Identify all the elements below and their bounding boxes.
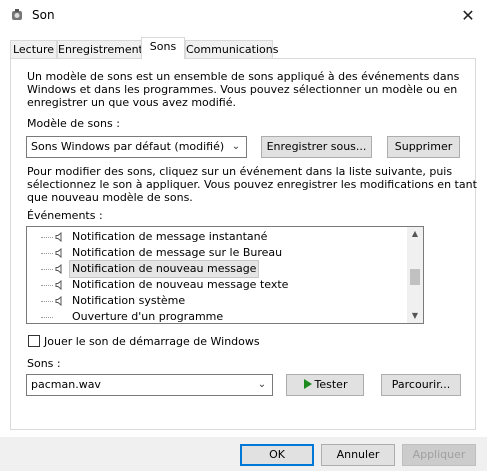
ok-button[interactable]: OK bbox=[240, 444, 314, 466]
intro-line-3: enregistrer un que vous avez modifié. bbox=[27, 96, 236, 109]
browse-button[interactable]: Parcourir... bbox=[381, 374, 461, 396]
list-item[interactable]: Notification de message instantané bbox=[27, 229, 407, 245]
list-item[interactable]: Notification de message sur le Bureau bbox=[27, 245, 407, 261]
test-label: Tester bbox=[314, 378, 348, 391]
speaker-icon bbox=[55, 296, 62, 306]
speaker-icon bbox=[55, 248, 62, 258]
chevron-down-icon: ⌄ bbox=[231, 141, 241, 152]
close-icon: ✕ bbox=[461, 5, 475, 25]
window-title: Son bbox=[32, 8, 55, 22]
cancel-button[interactable]: Annuler bbox=[321, 444, 395, 466]
startup-sound-label: Jouer le son de démarrage de Windows bbox=[44, 335, 260, 348]
speaker-icon bbox=[55, 280, 62, 290]
tab-communications[interactable]: Communications bbox=[185, 40, 278, 58]
speaker-icon bbox=[55, 264, 62, 274]
event-label: Notification système bbox=[72, 294, 186, 307]
instructions-line-1: Pour modifier des sons, cliquez sur un é… bbox=[27, 165, 453, 178]
scheme-dropdown[interactable]: Sons Windows par défaut (modifié) ⌄ bbox=[26, 136, 247, 158]
tab-enregistrement[interactable]: Enregistrement bbox=[57, 40, 143, 58]
speaker-icon bbox=[55, 232, 62, 242]
intro-line-1: Un modèle de sons est un ensemble de son… bbox=[27, 70, 460, 83]
event-label: Notification de message sur le Bureau bbox=[72, 246, 283, 259]
close-button[interactable]: ✕ bbox=[455, 3, 481, 27]
scrollbar-thumb[interactable] bbox=[410, 269, 420, 285]
tab-sons[interactable]: Sons bbox=[141, 37, 185, 59]
intro-line-2: Windows et dans les programmes. Vous pou… bbox=[27, 83, 458, 96]
scroll-up-icon[interactable]: ▲ bbox=[407, 227, 423, 241]
speaker-icon bbox=[10, 8, 24, 22]
event-label: Notification de message instantané bbox=[72, 230, 268, 243]
chevron-down-icon: ⌄ bbox=[257, 379, 267, 390]
event-label: Ouverture d'un programme bbox=[72, 310, 224, 323]
events-list[interactable]: Notification de message instantané Notif… bbox=[26, 226, 424, 324]
list-item[interactable]: Ouverture d'un programme bbox=[27, 309, 407, 323]
events-label: Événements : bbox=[27, 209, 103, 222]
save-as-button[interactable]: Enregistrer sous... bbox=[261, 136, 372, 158]
startup-sound-checkbox[interactable] bbox=[28, 335, 40, 347]
events-scrollbar[interactable]: ▲ ▼ bbox=[407, 227, 423, 323]
scheme-value: Sons Windows par défaut (modifié) bbox=[31, 140, 225, 153]
list-item[interactable]: Notification système bbox=[27, 293, 407, 309]
tab-lecture[interactable]: Lecture bbox=[10, 40, 57, 58]
test-button[interactable]: Tester bbox=[286, 374, 364, 396]
list-item[interactable]: Notification de nouveau message texte bbox=[27, 277, 407, 293]
scroll-down-icon[interactable]: ▼ bbox=[407, 309, 423, 323]
sound-value: pacman.wav bbox=[31, 378, 101, 391]
scheme-label: Modèle de sons : bbox=[27, 117, 120, 130]
event-label: Notification de nouveau message bbox=[68, 260, 260, 278]
instructions-line-3: que nouveau modèle de sons. bbox=[27, 191, 193, 204]
play-icon bbox=[303, 379, 312, 389]
delete-button[interactable]: Supprimer bbox=[387, 136, 460, 158]
list-item-selected[interactable]: Notification de nouveau message bbox=[27, 260, 407, 278]
apply-button[interactable]: Appliquer bbox=[402, 444, 476, 466]
title-bar: Son ✕ bbox=[0, 0, 487, 30]
event-label: Notification de nouveau message texte bbox=[72, 278, 289, 291]
sound-dropdown[interactable]: pacman.wav ⌄ bbox=[26, 374, 273, 396]
sounds-label: Sons : bbox=[27, 357, 61, 370]
instructions-line-2: sélectionnez le son à appliquer. Vous po… bbox=[27, 178, 477, 191]
